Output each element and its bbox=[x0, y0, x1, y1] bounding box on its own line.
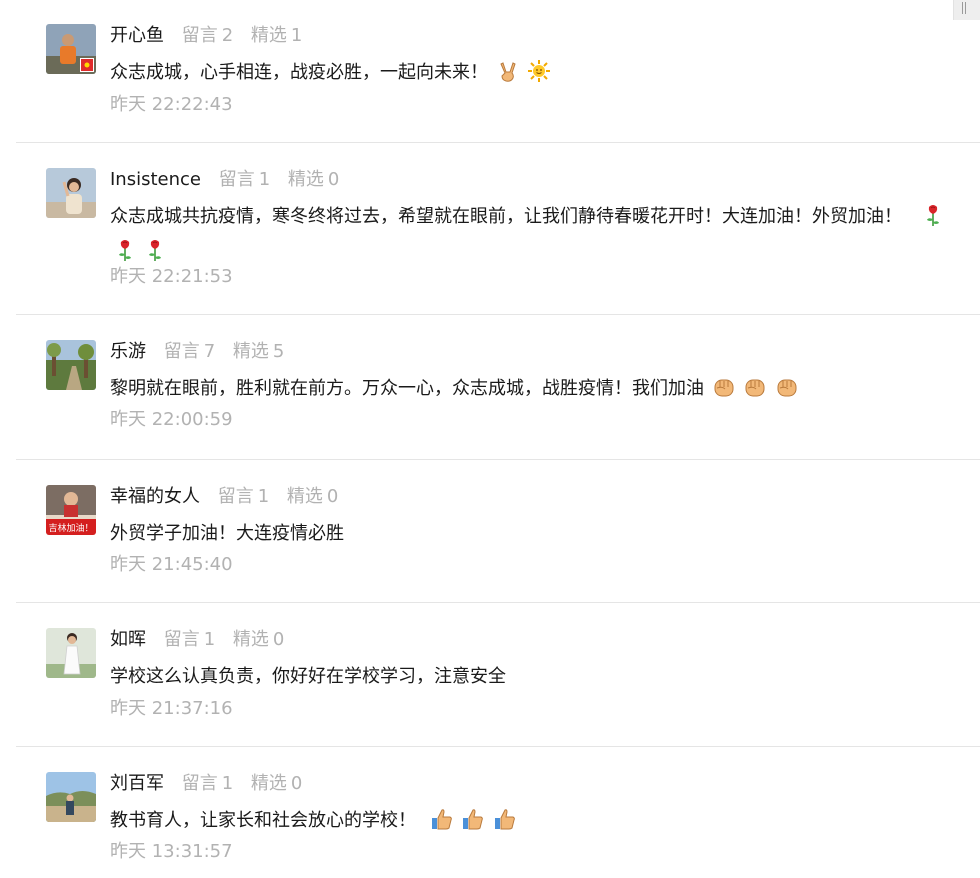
comment-content: 众志成城，心手相连，战疫必胜，一起向未来！ bbox=[110, 58, 962, 93]
comment-count-label: 留言 bbox=[217, 486, 254, 507]
featured-count: 精选 0 bbox=[251, 773, 302, 794]
featured-count-label: 精选 bbox=[232, 629, 269, 650]
comment-count: 留言 1 bbox=[218, 486, 269, 507]
comment-item: Insistence 留言 1 精选 0 众志成城共抗疫情，寒冬终将过去，希望就在眼… bbox=[16, 143, 980, 315]
featured-count-value: 0 bbox=[290, 773, 303, 794]
comment-meta: 乐游 留言 7 精选 5 bbox=[110, 340, 284, 364]
nickname[interactable]: 幸福的女人 bbox=[110, 486, 200, 507]
comment-count-value: 7 bbox=[203, 341, 216, 362]
comment-count-label: 留言 bbox=[163, 341, 200, 362]
comment-meta: 开心鱼 留言 2 精选 1 bbox=[110, 24, 302, 48]
rose-icon bbox=[922, 203, 944, 237]
featured-count-value: 5 bbox=[272, 341, 285, 362]
comment-count-value: 1 bbox=[258, 169, 271, 190]
avatar-caption: 吉林加油！ bbox=[48, 522, 93, 534]
featured-count: 精选 0 bbox=[287, 486, 338, 507]
comment-text: 众志成城共抗疫情，寒冬终将过去，希望就在眼前，让我们静待春暖花开时！大连加油！外… bbox=[110, 206, 902, 227]
comment-count: 留言 2 bbox=[182, 25, 233, 46]
featured-count-value: 1 bbox=[290, 25, 303, 46]
nickname[interactable]: 开心鱼 bbox=[110, 25, 164, 46]
avatar[interactable] bbox=[46, 168, 96, 218]
avatar[interactable] bbox=[46, 24, 96, 74]
comment-count: 留言 1 bbox=[182, 773, 233, 794]
comment-count-label: 留言 bbox=[218, 169, 255, 190]
victory-hand-icon bbox=[496, 59, 520, 93]
comment-count-label: 留言 bbox=[163, 629, 200, 650]
comment-meta: 刘百军 留言 1 精选 0 bbox=[110, 772, 302, 796]
comment-content: 外贸学子加油！大连疫情必胜 bbox=[110, 519, 962, 549]
featured-count-label: 精选 bbox=[287, 169, 324, 190]
comment-count: 留言 7 bbox=[164, 341, 215, 362]
comment-time: 昨天 22:21:53 bbox=[110, 266, 233, 287]
comment-count: 留言 1 bbox=[219, 169, 270, 190]
comment-list: 开心鱼 留言 2 精选 1 众志成城，心手相连，战疫必胜，一起向未来！ 昨天 22:… bbox=[16, 0, 980, 878]
comment-content: 学校这么认真负责，你好好在学校学习，注意安全 bbox=[110, 662, 962, 692]
fist-icon bbox=[775, 375, 799, 409]
comment-content: 教书育人，让家长和社会放心的学校！ bbox=[110, 806, 962, 841]
featured-count: 精选 5 bbox=[233, 341, 284, 362]
comment-item: 乐游 留言 7 精选 5 黎明就在眼前，胜利就在前方。万众一心，众志成城，战胜疫情！… bbox=[16, 315, 980, 460]
comment-time: 昨天 21:37:16 bbox=[110, 698, 233, 719]
comment-count-label: 留言 bbox=[181, 25, 218, 46]
avatar[interactable] bbox=[46, 772, 96, 822]
comment-meta: Insistence 留言 1 精选 0 bbox=[110, 168, 339, 192]
avatar[interactable]: 吉林加油！ bbox=[46, 485, 96, 535]
avatar[interactable] bbox=[46, 628, 96, 678]
comment-count-value: 2 bbox=[221, 25, 234, 46]
comment-time: 昨天 21:45:40 bbox=[110, 554, 233, 575]
comment-time: 昨天 13:31:57 bbox=[110, 841, 233, 862]
comment-content: 众志成城共抗疫情，寒冬终将过去，希望就在眼前，让我们静待春暖花开时！大连加油！外… bbox=[110, 202, 962, 272]
comment-meta: 如晖 留言 1 精选 0 bbox=[110, 628, 284, 652]
featured-count-label: 精选 bbox=[250, 773, 287, 794]
fist-icon bbox=[712, 375, 736, 409]
featured-count: 精选 1 bbox=[251, 25, 302, 46]
comment-time: 昨天 22:22:43 bbox=[110, 94, 233, 115]
comment-text: 学校这么认真负责，你好好在学校学习，注意安全 bbox=[110, 666, 506, 687]
thumbs-up-icon bbox=[493, 807, 517, 841]
comment-text: 外贸学子加油！大连疫情必胜 bbox=[110, 523, 344, 544]
featured-count-value: 0 bbox=[327, 169, 340, 190]
comment-item: 如晖 留言 1 精选 0 学校这么认真负责，你好好在学校学习，注意安全 昨天 21:… bbox=[16, 603, 980, 747]
featured-count: 精选 0 bbox=[288, 169, 339, 190]
sun-icon bbox=[527, 59, 551, 93]
comment-text: 黎明就在眼前，胜利就在前方。万众一心，众志成城，战胜疫情！我们加油 bbox=[110, 378, 704, 399]
nickname[interactable]: Insistence bbox=[110, 169, 201, 190]
comment-text: 教书育人，让家长和社会放心的学校！ bbox=[110, 810, 416, 831]
comment-meta: 幸福的女人 留言 1 精选 0 bbox=[110, 485, 338, 509]
featured-count-label: 精选 bbox=[232, 341, 269, 362]
featured-count-label: 精选 bbox=[286, 486, 323, 507]
nickname[interactable]: 如晖 bbox=[110, 629, 146, 650]
comment-item: 开心鱼 留言 2 精选 1 众志成城，心手相连，战疫必胜，一起向未来！ 昨天 22:… bbox=[16, 0, 980, 143]
comment-item: 刘百军 留言 1 精选 0 教书育人，让家长和社会放心的学校！ 昨天 13:31:5… bbox=[16, 747, 980, 878]
featured-count-value: 0 bbox=[326, 486, 339, 507]
comment-count-value: 1 bbox=[221, 773, 234, 794]
nickname[interactable]: 乐游 bbox=[110, 341, 146, 362]
comment-count: 留言 1 bbox=[164, 629, 215, 650]
comment-count-value: 1 bbox=[203, 629, 216, 650]
featured-count-value: 0 bbox=[272, 629, 285, 650]
comment-text: 众志成城，心手相连，战疫必胜，一起向未来！ bbox=[110, 62, 488, 83]
featured-count-label: 精选 bbox=[250, 25, 287, 46]
nickname[interactable]: 刘百军 bbox=[110, 773, 164, 794]
fist-icon bbox=[743, 375, 767, 409]
comment-count-label: 留言 bbox=[181, 773, 218, 794]
comment-content: 黎明就在眼前，胜利就在前方。万众一心，众志成城，战胜疫情！我们加油 bbox=[110, 374, 962, 409]
comment-count-value: 1 bbox=[257, 486, 270, 507]
avatar[interactable] bbox=[46, 340, 96, 390]
comment-item: 吉林加油！ 幸福的女人 留言 1 精选 0 外贸学子加油！大连疫情必胜 昨天 21:… bbox=[16, 460, 980, 603]
comment-time: 昨天 22:00:59 bbox=[110, 409, 233, 430]
thumbs-up-icon bbox=[461, 807, 485, 841]
featured-count: 精选 0 bbox=[233, 629, 284, 650]
thumbs-up-icon bbox=[430, 807, 454, 841]
